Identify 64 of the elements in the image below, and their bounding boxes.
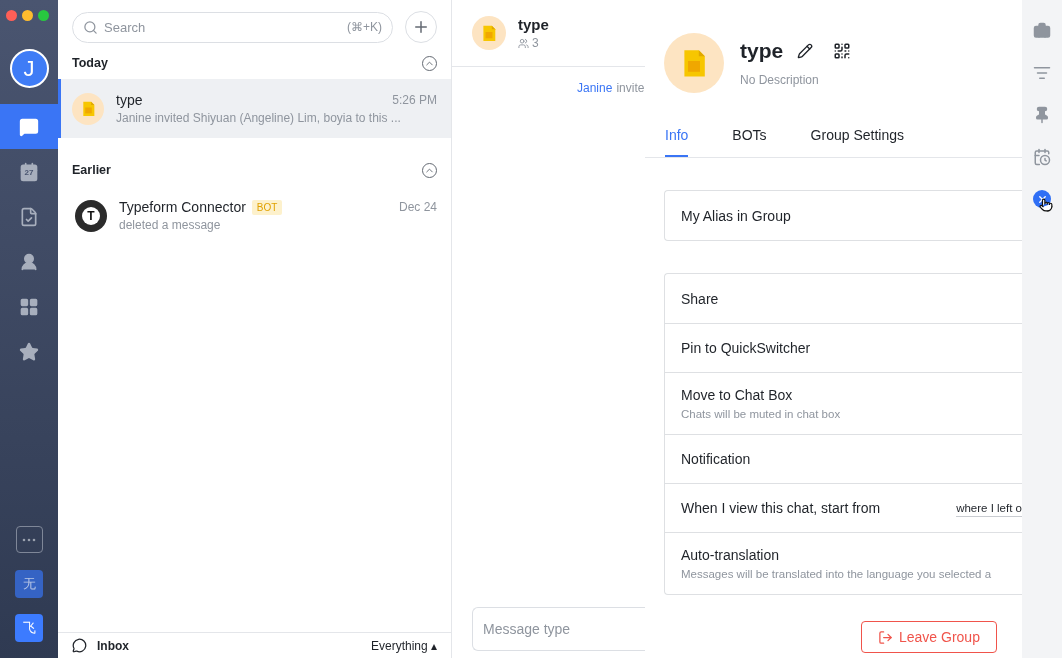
more-icon xyxy=(22,537,36,542)
setting-title: Pin to QuickSwitcher xyxy=(681,340,812,356)
user-avatar[interactable]: J xyxy=(9,49,49,88)
app-shortcut[interactable]: 飞 xyxy=(15,614,43,642)
file-icon xyxy=(482,24,496,42)
more-apps-button[interactable] xyxy=(15,526,43,553)
edit-icon[interactable] xyxy=(797,43,814,59)
setting-title: Auto-translation xyxy=(681,547,781,563)
tab[interactable]: BOTs xyxy=(732,127,767,157)
tab[interactable]: Group Settings xyxy=(810,127,904,157)
plus-icon xyxy=(412,18,430,36)
chat-name: type xyxy=(116,92,143,108)
chat-list-item[interactable]: T Typeform Connector BOT Dec 24 deleted a message xyxy=(58,186,451,245)
avatar-letter: T xyxy=(82,206,100,225)
section-title: Earlier xyxy=(72,163,111,177)
zoom-window-icon[interactable] xyxy=(38,10,49,21)
message-preview: Janine invited Shiyuan (Angeline) Lim, boyia to this ... xyxy=(116,111,402,125)
file-icon xyxy=(81,100,95,117)
chat-bubble-icon xyxy=(72,638,87,653)
nav-item[interactable]: 27 xyxy=(0,149,58,194)
pin-icon[interactable] xyxy=(1033,106,1051,124)
close-window-icon[interactable] xyxy=(6,10,17,21)
settings-row[interactable]: Share xyxy=(665,274,1022,323)
chat-name: Typeform Connector xyxy=(119,199,246,215)
nav-icon xyxy=(19,296,39,317)
section-title: Today xyxy=(72,56,108,70)
setting-description: Messages will be translated into the language you selected a xyxy=(681,568,993,580)
chat-time: 5:26 PM xyxy=(392,93,437,107)
chat-time: Dec 24 xyxy=(398,200,437,214)
message-preview: deleted a message xyxy=(119,218,222,232)
calendar-date: 27 xyxy=(24,168,34,177)
group-title: type xyxy=(740,39,784,63)
setting-title: Share xyxy=(681,290,720,307)
calendar-clock-icon[interactable] xyxy=(1033,148,1051,166)
pointer-icon xyxy=(1039,198,1053,212)
shortcut-hint: (⌘+K) xyxy=(347,20,382,34)
setting-description: Chats will be muted in chat box xyxy=(681,408,842,420)
nav-icon xyxy=(19,341,39,362)
search-placeholder: Search xyxy=(104,19,146,35)
nav-icon xyxy=(19,161,39,182)
chat-title: type xyxy=(518,16,550,33)
message-author[interactable]: Janine xyxy=(577,81,613,95)
nav-item[interactable] xyxy=(0,104,58,149)
message-text: invite xyxy=(616,81,645,95)
setting-title: When I view this chat, start from xyxy=(681,500,882,516)
filter-dropdown[interactable]: Everything ▴ xyxy=(370,638,437,653)
nav-icon xyxy=(19,116,39,137)
briefcase-icon[interactable] xyxy=(1033,22,1051,40)
setting-title: Move to Chat Box xyxy=(681,387,794,403)
minimize-window-icon[interactable] xyxy=(22,10,33,21)
inbox-label: Inbox xyxy=(97,638,129,653)
exit-icon xyxy=(878,629,893,645)
nav-icon xyxy=(19,251,39,272)
setting-title: Notification xyxy=(681,451,752,467)
group-description: No Description xyxy=(740,73,820,87)
leave-group-button[interactable]: Leave Group xyxy=(861,621,997,653)
qr-code-icon[interactable] xyxy=(833,42,852,60)
settings-row[interactable]: My Alias in Group xyxy=(665,191,1022,240)
search-icon xyxy=(83,19,98,35)
bot-tag: BOT xyxy=(251,199,283,215)
nav-icon xyxy=(19,206,39,227)
chat-list-item[interactable]: type 5:26 PM Janine invited Shiyuan (Angeline) Lim, boyia to this ... xyxy=(58,79,451,138)
tab[interactable]: Info xyxy=(665,127,689,157)
file-icon xyxy=(682,48,706,78)
